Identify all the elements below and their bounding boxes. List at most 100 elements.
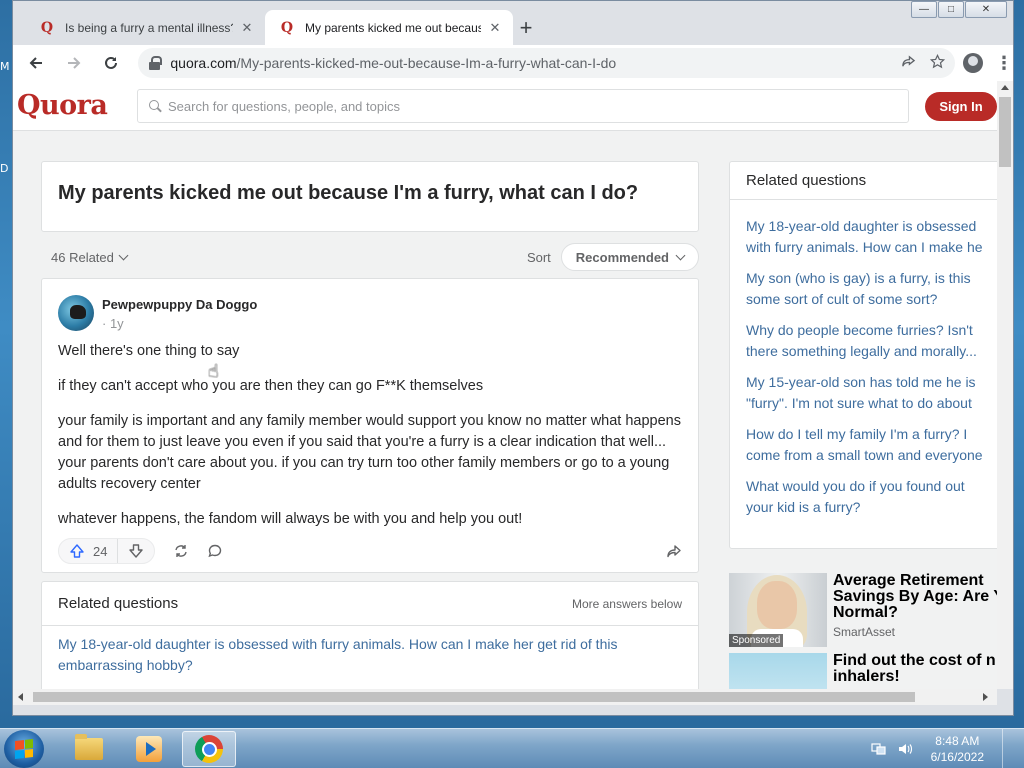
sidebar-question-link[interactable]: Why do people become furries? Isn't there…: [746, 320, 992, 362]
vertical-scrollbar[interactable]: [997, 81, 1013, 689]
answer-actions: 24: [58, 538, 682, 564]
quora-logo[interactable]: Quora: [17, 90, 108, 121]
answer-paragraph: whatever happens, the fandom will always…: [58, 511, 523, 527]
answer-paragraph: if they can't accept who you are then th…: [58, 378, 484, 394]
windows-logo-icon: [15, 739, 33, 759]
profile-icon[interactable]: [962, 53, 983, 73]
bookmark-star-icon[interactable]: [929, 53, 946, 73]
scroll-up-icon[interactable]: [1001, 85, 1009, 90]
question-card: My parents kicked me out because I'm a f…: [41, 161, 699, 232]
taskbar: 8:48 AM 6/16/2022: [0, 728, 1024, 768]
volume-icon[interactable]: [897, 742, 913, 756]
forward-arrow-icon[interactable]: [59, 48, 89, 78]
address-bar[interactable]: quora.com/My-parents-kicked-me-out-becau…: [138, 48, 955, 78]
show-desktop-button[interactable]: [1002, 729, 1014, 768]
sort-dropdown[interactable]: Recommended: [560, 243, 699, 271]
scrollbar-thumb[interactable]: [33, 692, 915, 702]
taskbar-media-player[interactable]: [122, 731, 176, 767]
sponsored-badge: Sponsored: [729, 634, 784, 647]
ad-image: [729, 653, 827, 689]
tab-title: Is being a furry a mental illness? - Quo…: [65, 20, 233, 35]
clock[interactable]: 8:48 AM 6/16/2022: [931, 733, 984, 765]
page-title: My parents kicked me out because I'm a f…: [58, 182, 639, 204]
tab-close-icon[interactable]: ✕: [487, 20, 503, 36]
menu-kebab-icon[interactable]: ⋮: [995, 54, 1013, 72]
answer-paragraph: Well there's one thing to say: [58, 343, 240, 359]
window-controls: — □ ✕: [910, 1, 1007, 18]
ad-title: Average Retirement Savings By Age: Are Y…: [833, 573, 997, 621]
tab-close-icon[interactable]: ✕: [239, 20, 255, 36]
url-path: /My-parents-kicked-me-out-because-Im-a-f…: [236, 55, 617, 71]
sidebar-question-link[interactable]: My 15-year-old son has told me he is "fur…: [746, 372, 992, 414]
maximize-button[interactable]: □: [938, 1, 964, 18]
sponsored-ad[interactable]: Find out the cost of n inhalers!: [729, 653, 997, 689]
desktop-icon-label: D: [0, 162, 9, 175]
sidebar-question-link[interactable]: My 18-year-old daughter is obsessed with …: [746, 216, 992, 258]
answer-card: Pewpewpuppy Da Doggo · 1y Well there's o…: [41, 278, 699, 573]
back-arrow-icon[interactable]: [21, 48, 51, 78]
sidebar-related-questions: Related questions My 18-year-old daughte…: [729, 161, 997, 549]
tab-strip: Q Is being a furry a mental illness? - Q…: [13, 1, 1013, 45]
ad-image: Sponsored: [729, 573, 827, 647]
avatar[interactable]: [58, 295, 94, 331]
taskbar-chrome[interactable]: [182, 731, 236, 767]
search-input[interactable]: Search for questions, people, and topics: [137, 89, 909, 123]
browser-window: Q Is being a furry a mental illness? - Q…: [12, 0, 1014, 716]
related-questions-inline: Related questions More answers below My …: [41, 581, 699, 689]
scroll-left-icon[interactable]: [18, 693, 23, 701]
horizontal-scrollbar[interactable]: [13, 689, 997, 705]
search-icon: [148, 99, 162, 113]
url-host: quora.com: [170, 55, 237, 71]
upvote-button[interactable]: 24: [59, 539, 119, 563]
folder-icon: [75, 734, 103, 760]
sign-in-button[interactable]: Sign In: [925, 92, 997, 121]
upvote-count: 24: [93, 543, 108, 559]
start-button[interactable]: [4, 730, 44, 768]
related-question-link[interactable]: My 18-year-old daughter is obsessed with…: [42, 626, 698, 684]
quora-favicon-icon: Q: [280, 19, 294, 36]
lock-icon[interactable]: [148, 56, 163, 70]
desktop-icon-label: M: [0, 60, 10, 73]
sidebar-heading: Related questions: [730, 162, 997, 200]
answer-body: Well there's one thing to say if they ca…: [58, 341, 682, 530]
sidebar-question-link[interactable]: What would you do if you found out your k…: [746, 476, 992, 518]
tab-mental-illness[interactable]: Q Is being a furry a mental illness? - Q…: [25, 10, 265, 45]
sort-label: Sort: [526, 249, 551, 265]
ad-title: Find out the cost of n inhalers!: [833, 653, 996, 685]
answer-time[interactable]: · 1y: [102, 316, 257, 331]
browser-toolbar: quora.com/My-parents-kicked-me-out-becau…: [13, 45, 1013, 81]
sort-value: Recommended: [575, 249, 669, 265]
chrome-icon: [195, 735, 223, 763]
related-count-label: 46 Related: [51, 249, 114, 265]
quora-header: Quora Search for questions, people, and …: [13, 81, 997, 131]
minimize-button[interactable]: —: [911, 1, 937, 18]
new-tab-button[interactable]: +: [513, 15, 539, 41]
share-arrow-icon[interactable]: [666, 543, 682, 559]
close-button[interactable]: ✕: [965, 1, 1007, 18]
downvote-button[interactable]: [118, 539, 154, 563]
comment-icon[interactable]: [207, 543, 223, 559]
reload-icon[interactable]: [97, 48, 127, 78]
taskbar-explorer[interactable]: [62, 731, 116, 767]
search-placeholder: Search for questions, people, and topics: [168, 98, 400, 114]
hand-cursor-icon: ☝: [208, 361, 219, 381]
clock-date: 6/16/2022: [930, 750, 984, 764]
tab-parents-kicked-out[interactable]: Q My parents kicked me out because I'm a…: [265, 10, 513, 45]
scrollbar-thumb[interactable]: [999, 97, 1011, 167]
media-player-icon: [136, 736, 162, 762]
share-cycle-icon[interactable]: [173, 543, 189, 559]
share-icon[interactable]: [901, 54, 916, 73]
more-answers-label: More answers below: [571, 596, 682, 611]
sidebar-question-link[interactable]: How do I tell my family I'm a furry? Ico…: [746, 424, 992, 466]
chevron-down-icon: [118, 250, 129, 260]
sidebar-question-link[interactable]: My son (who is gay) is a furry, is this s…: [746, 268, 992, 310]
answer-paragraph: your family is important and any family …: [58, 413, 681, 492]
quora-favicon-icon: Q: [40, 19, 54, 36]
vote-pill: 24: [58, 538, 156, 564]
network-icon[interactable]: [871, 742, 887, 756]
answer-author[interactable]: Pewpewpuppy Da Doggo: [102, 297, 257, 312]
related-count-button[interactable]: 46 Related: [51, 249, 129, 265]
sponsored-ad[interactable]: Sponsored Average Retirement Savings By …: [729, 573, 997, 647]
downvote-arrow-icon: [128, 543, 144, 559]
scroll-right-icon[interactable]: [983, 693, 988, 701]
